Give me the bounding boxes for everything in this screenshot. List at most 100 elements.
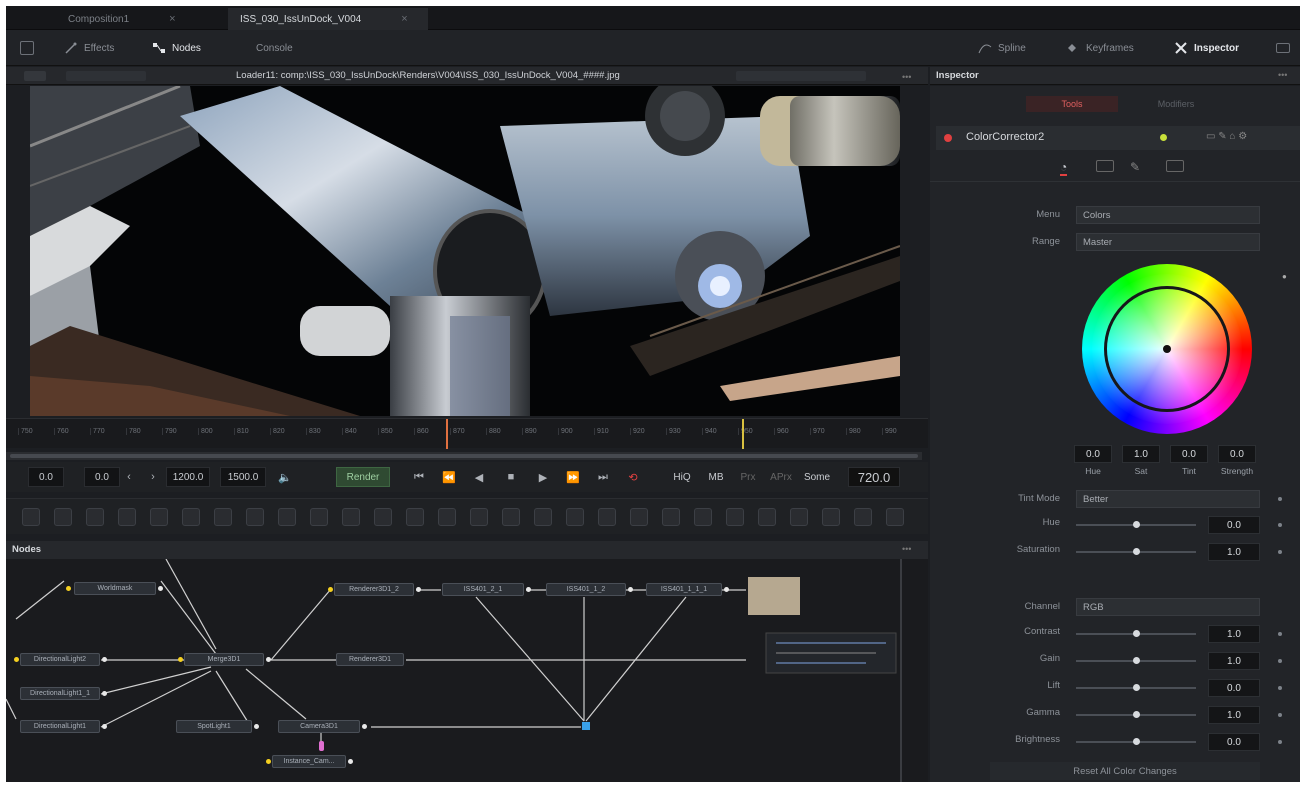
tool-icon[interactable] [118, 508, 136, 526]
stop-icon[interactable]: ■ [500, 467, 522, 487]
global-end-field[interactable]: 1500.0 [220, 467, 266, 487]
play-reverse-icon[interactable]: ◀ [468, 467, 490, 487]
node-camera3d1[interactable]: Camera3D1 [278, 720, 360, 733]
tool-icon[interactable] [374, 508, 392, 526]
node-spotlight1[interactable]: SpotLight1 [176, 720, 252, 733]
anim-dot[interactable] [1278, 550, 1282, 554]
node-merge3d1[interactable]: Merge3D1 [184, 653, 264, 666]
some-toggle[interactable]: Some [800, 467, 834, 487]
hiq-toggle[interactable]: HiQ [668, 467, 696, 487]
node-worldmask[interactable]: Worldmask [74, 582, 156, 595]
node-port[interactable] [254, 724, 259, 729]
slider-knob[interactable] [1133, 711, 1140, 718]
inspector-button[interactable]: Inspector [1174, 38, 1239, 58]
node-port[interactable] [102, 657, 107, 662]
go-end-icon[interactable]: ⏭ [592, 467, 614, 487]
lift-value[interactable]: 0.0 [1208, 679, 1260, 697]
step-left-icon[interactable]: ‹ [122, 467, 136, 487]
range-dropdown[interactable]: Master [1076, 233, 1260, 251]
wheel-options-icon[interactable]: ● [1282, 272, 1287, 281]
tool-icon[interactable] [534, 508, 552, 526]
slider-knob[interactable] [1133, 684, 1140, 691]
tool-icon[interactable] [22, 508, 40, 526]
node-directionallight1-1[interactable]: DirectionalLight1_1 [20, 687, 100, 700]
color-tag-icon[interactable] [1160, 134, 1167, 141]
tool-icon[interactable] [854, 508, 872, 526]
more-icon[interactable]: ••• [902, 544, 911, 554]
options-subtab-icon[interactable]: ✎ [1130, 160, 1140, 174]
tool-icon[interactable] [342, 508, 360, 526]
tool-icon[interactable] [886, 508, 904, 526]
render-button[interactable]: Render [336, 467, 390, 487]
viewer-image[interactable] [30, 86, 900, 416]
node-port[interactable] [416, 587, 421, 592]
tool-icon[interactable] [150, 508, 168, 526]
close-icon[interactable]: × [169, 13, 175, 25]
color-wheel[interactable] [1082, 264, 1252, 434]
render-start-field[interactable]: 0.0 [84, 467, 120, 487]
tool-icon[interactable] [598, 508, 616, 526]
keyframes-button[interactable]: Keyframes [1066, 38, 1134, 58]
node-port[interactable] [14, 657, 19, 662]
close-icon[interactable]: × [401, 13, 407, 25]
step-right-icon[interactable]: › [146, 467, 160, 487]
slider-track[interactable] [1076, 630, 1196, 637]
global-start-field[interactable]: 0.0 [28, 467, 64, 487]
node-directionallight1[interactable]: DirectionalLight1 [20, 720, 100, 733]
slider-knob[interactable] [1133, 548, 1140, 555]
tint-value[interactable]: 0.0 [1170, 445, 1208, 463]
node-header[interactable]: ColorCorrector2 ▭ ✎ ⌂ ⚙ [936, 126, 1300, 150]
tint-mode-dropdown[interactable]: Better [1076, 490, 1260, 508]
tool-icon[interactable] [726, 508, 744, 526]
settings-subtab-icon[interactable] [1166, 160, 1184, 172]
tool-icon[interactable] [246, 508, 264, 526]
tab-tools[interactable]: Tools [1026, 96, 1118, 112]
node-port[interactable] [628, 587, 633, 592]
spline-button[interactable]: Spline [978, 38, 1026, 58]
node-port[interactable] [178, 657, 183, 662]
tool-icon[interactable] [310, 508, 328, 526]
slider-track[interactable] [1076, 684, 1196, 691]
viewer-options[interactable] [66, 71, 146, 81]
tool-icon[interactable] [694, 508, 712, 526]
tab-composition1[interactable]: Composition1 × [56, 8, 226, 30]
tool-icon[interactable] [790, 508, 808, 526]
viewer-controls[interactable] [736, 71, 866, 81]
render-end-field[interactable]: 1200.0 [166, 467, 210, 487]
channel-dropdown[interactable]: RGB [1076, 598, 1260, 616]
node-graph[interactable]: Worldmask DirectionalLight2 DirectionalL… [6, 559, 928, 782]
node-port[interactable] [266, 759, 271, 764]
tool-icon[interactable] [470, 508, 488, 526]
saturation-value[interactable]: 1.0 [1208, 543, 1260, 561]
reset-button[interactable]: Reset All Color Changes [990, 762, 1260, 780]
scrub-bar[interactable] [6, 452, 922, 460]
render-end-marker[interactable] [742, 419, 744, 449]
contrast-value[interactable]: 1.0 [1208, 625, 1260, 643]
node-directionallight2[interactable]: DirectionalLight2 [20, 653, 100, 666]
slider-track[interactable] [1076, 521, 1196, 528]
anim-dot[interactable] [1278, 713, 1282, 717]
tool-icon[interactable] [406, 508, 424, 526]
tool-icon[interactable] [566, 508, 584, 526]
anim-dot[interactable] [1278, 523, 1282, 527]
anim-dot[interactable] [1278, 686, 1282, 690]
node-port[interactable] [362, 724, 367, 729]
anim-dot[interactable] [1278, 497, 1282, 501]
layout-icon[interactable] [20, 38, 34, 58]
go-start-icon[interactable]: ⏮ [408, 467, 430, 487]
hue-value[interactable]: 0.0 [1208, 516, 1260, 534]
play-icon[interactable]: ▶ [532, 467, 554, 487]
gain-value[interactable]: 1.0 [1208, 652, 1260, 670]
node-iss401-2-1[interactable]: ISS401_2_1 [442, 583, 524, 596]
more-icon[interactable]: ••• [1278, 70, 1287, 80]
loop-icon[interactable]: ⟲ [622, 467, 644, 487]
slider-knob[interactable] [1133, 657, 1140, 664]
node-iss401-1-2[interactable]: ISS401_1_2 [546, 583, 626, 596]
node-port[interactable] [266, 657, 271, 662]
node-port[interactable] [158, 586, 163, 591]
slider-track[interactable] [1076, 657, 1196, 664]
effects-button[interactable]: Effects [64, 38, 114, 58]
node-instance-cam[interactable]: Instance_Cam... [272, 755, 346, 768]
node-port[interactable] [526, 587, 531, 592]
enable-icon[interactable] [944, 134, 952, 142]
